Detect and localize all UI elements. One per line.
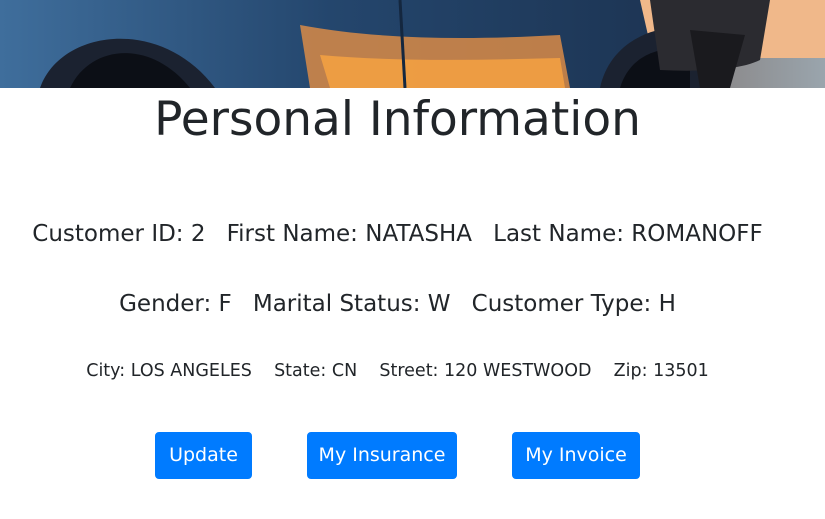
customer-identity-row: Customer ID: 2 First Name: NATASHA Last …: [0, 218, 795, 250]
marital-status: Marital Status: W: [252, 291, 451, 317]
customer-profile-row: Gender: F Marital Status: W Customer Typ…: [0, 288, 795, 320]
update-button[interactable]: Update: [155, 432, 252, 479]
personal-information-page: Personal Information Customer ID: 2 Firs…: [0, 0, 825, 519]
customer-address-row: City: LOS ANGELES State: CN Street: 120 …: [0, 358, 795, 384]
my-invoice-button[interactable]: My Invoice: [512, 432, 640, 479]
city: City: LOS ANGELES: [86, 361, 252, 381]
zip: Zip: 13501: [613, 361, 709, 381]
customer-type: Customer Type: H: [471, 291, 676, 317]
state: State: CN: [274, 361, 358, 381]
gender: Gender: F: [119, 291, 232, 317]
last-name: Last Name: ROMANOFF: [493, 221, 763, 247]
street: Street: 120 WESTWOOD: [379, 361, 592, 381]
first-name: First Name: NATASHA: [226, 221, 473, 247]
customer-id: Customer ID: 2: [32, 221, 206, 247]
page-title: Personal Information: [154, 92, 641, 147]
my-insurance-button[interactable]: My Insurance: [307, 432, 457, 479]
banner-image: [0, 0, 825, 88]
